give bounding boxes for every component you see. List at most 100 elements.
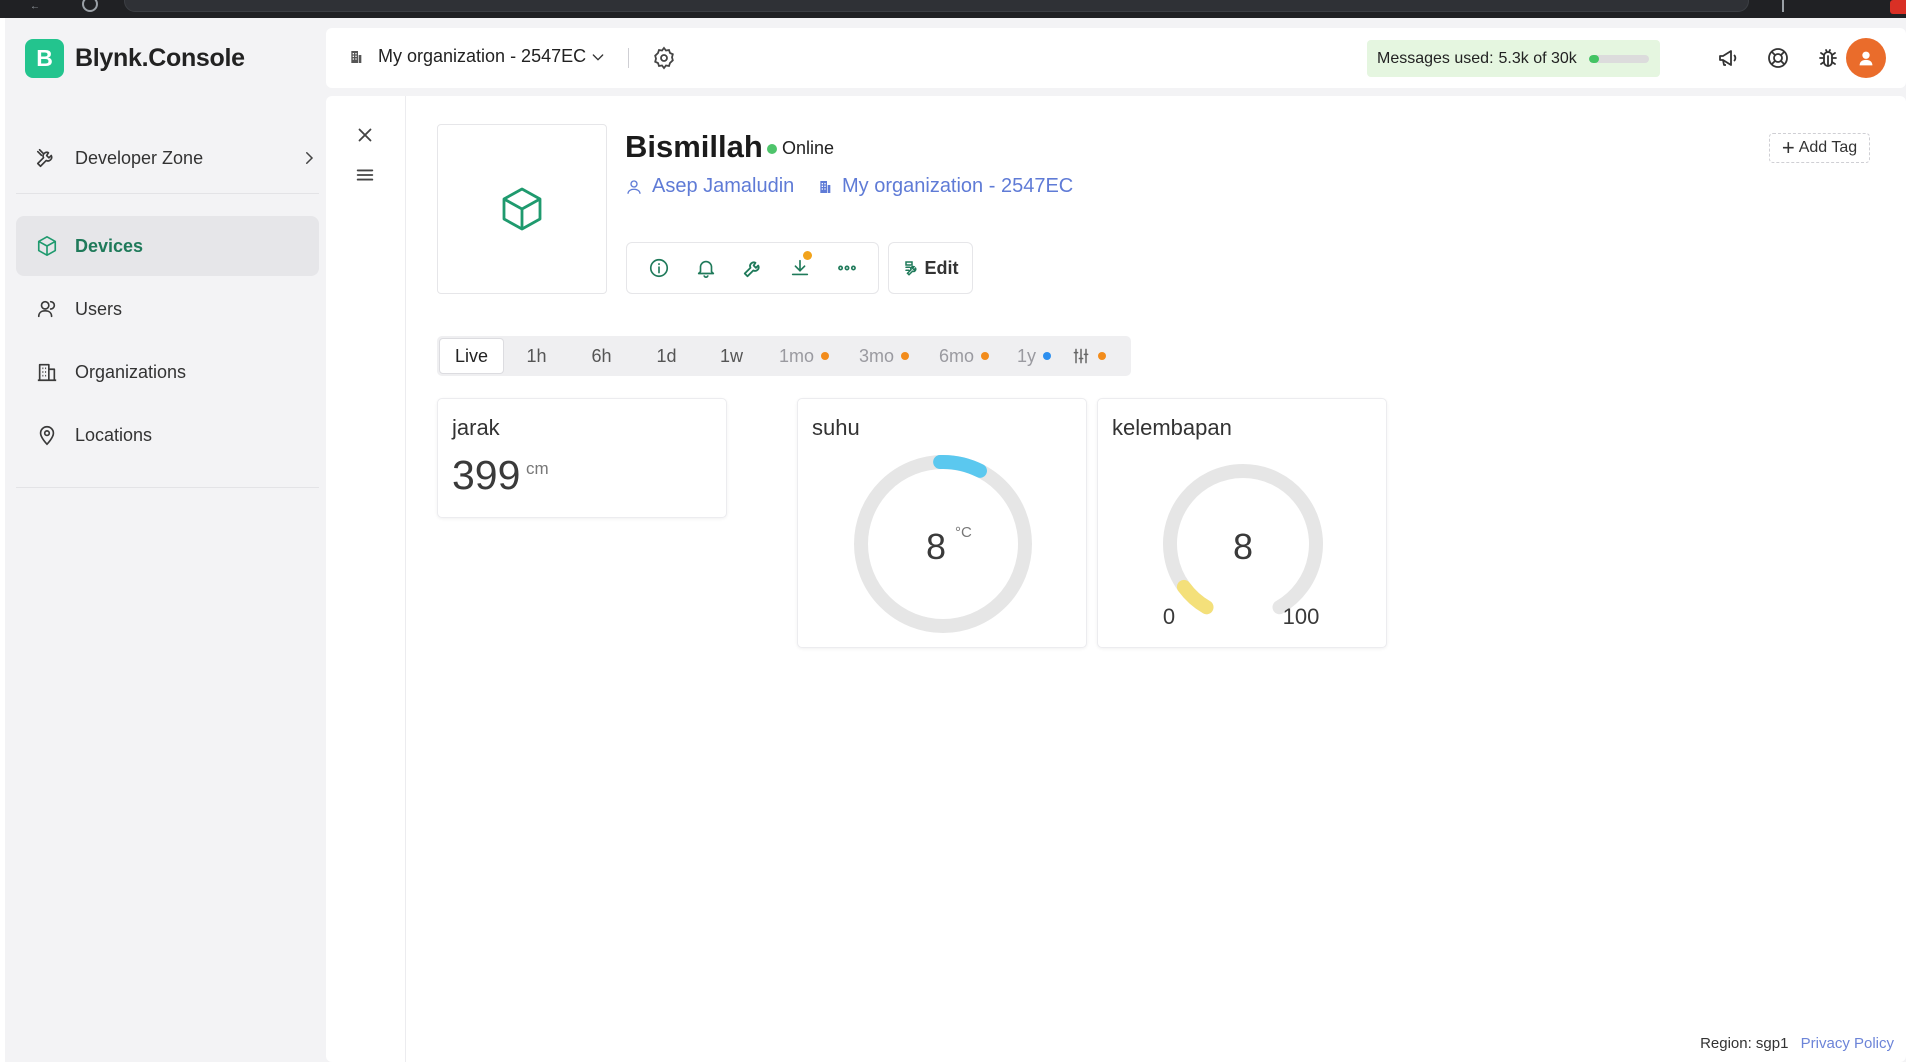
cube-icon [498,185,546,233]
browser-toolbar: ← [0,0,1906,18]
info-icon [648,257,670,279]
menu-button[interactable] [354,164,378,188]
organization-settings-button[interactable] [652,46,676,70]
range-1w[interactable]: 1w [699,338,764,374]
download-button[interactable] [787,251,813,281]
widget-jarak[interactable]: jarak 399 cm [437,398,727,518]
address-bar[interactable] [124,0,1749,12]
suhu-gauge-arc [933,455,987,478]
sidebar-item-locations[interactable]: Locations [16,405,319,465]
developer-zone-label: Developer Zone [75,147,204,168]
range-1h[interactable]: 1h [504,338,569,374]
time-range-selector: Live 1h 6h 1d 1w 1mo 3mo 6mo 1y [437,336,1131,376]
location-pin-icon [36,424,58,446]
device-owner-link[interactable]: Asep Jamaludin [625,175,794,198]
device-name: Bismillah [625,129,763,164]
megaphone-icon [1717,46,1743,70]
range-1d[interactable]: 1d [634,338,699,374]
range-label: 1mo [778,345,814,366]
building-icon [36,361,58,383]
panel-rail [326,96,406,1062]
kelembapan-gauge-arc [1176,579,1214,615]
bell-icon [695,257,717,279]
messages-usage[interactable]: Messages used: 5.3k of 30k [1367,40,1660,77]
privacy-policy-link[interactable]: Privacy Policy [1801,1035,1894,1052]
sidebar-item-organizations[interactable]: Organizations [16,342,319,402]
kelembapan-value: 8 [1233,526,1253,567]
range-6mo[interactable]: 6mo [924,338,1004,374]
messages-progress-bar [1588,54,1649,63]
messages-value: 5.3k of 30k [1498,49,1577,67]
range-label: Live [454,345,489,366]
add-tag-label: Add Tag [1798,139,1858,156]
add-tag-button[interactable]: + Add Tag [1769,133,1870,163]
developer-zone-item[interactable]: Developer Zone [35,136,318,180]
messages-progress-fill [1588,54,1600,63]
chevron-right-icon [300,149,318,167]
sidebar-item-users[interactable]: Users [16,279,319,339]
range-1mo[interactable]: 1mo [764,338,844,374]
kelembapan-min: 0 [1163,604,1175,629]
range-live[interactable]: Live [439,338,504,374]
custom-range-button[interactable] [1064,338,1112,374]
range-6h[interactable]: 6h [569,338,634,374]
widget-title: jarak [452,415,500,440]
users-icon [36,298,58,320]
user-avatar[interactable] [1846,38,1886,78]
brand-logo[interactable]: B Blynk.Console [25,37,245,79]
range-3mo[interactable]: 3mo [844,338,924,374]
device-panel: Bismillah Online Asep Jamaludin My organ… [326,96,1906,1062]
close-icon [354,124,378,146]
organization-name: My organization - 2547EC [378,46,587,66]
app-window: B Blynk.Console Developer Zone Devices U… [5,18,1906,1062]
range-label: 3mo [858,345,894,366]
bug-icon [1816,46,1842,70]
hamburger-icon [354,164,378,186]
device-status-label: Online [782,138,835,158]
tools-icon [35,147,57,169]
device-organization-link[interactable]: My organization - 2547EC [817,175,1073,198]
device-info-button[interactable] [646,255,672,281]
sliders-icon [1071,346,1091,366]
edit-dashboard-button[interactable]: Edit [888,242,973,294]
notifications-button[interactable] [693,255,719,281]
range-1y[interactable]: 1y [1004,338,1064,374]
suhu-gauge: 8 °C [854,455,1032,633]
reload-icon[interactable] [82,0,98,12]
widget-value: 399 [452,452,521,498]
device-image[interactable] [437,124,607,294]
developer-tools-button[interactable] [740,255,766,281]
user-icon [625,178,643,196]
range-label: 6mo [938,345,974,366]
report-bug-button[interactable] [1816,46,1842,72]
messages-label: Messages used: [1377,49,1494,67]
premium-dot-icon [1097,352,1106,360]
sidebar-item-label: Locations [75,424,153,445]
announcements-button[interactable] [1717,46,1743,72]
range-label: 1y [1016,345,1036,366]
close-panel-button[interactable] [354,124,378,148]
back-arrow-icon[interactable]: ← [30,2,40,12]
header-divider [628,48,629,68]
premium-dot-icon [981,352,989,360]
sidebar-item-label: Devices [75,235,144,256]
range-label: 1w [719,345,743,366]
region-label: Region: sgp1 [1700,1035,1789,1052]
organization-selector[interactable]: My organization - 2547EC [348,46,606,67]
widget-suhu[interactable]: suhu 8 °C [797,398,1087,648]
sidebar-item-devices[interactable]: Devices [16,216,319,276]
gear-icon [652,46,676,70]
browser-menu-icon[interactable] [1770,0,1784,12]
more-actions-button[interactable] [834,255,860,281]
sidebar-divider [16,193,319,194]
help-button[interactable] [1766,46,1792,72]
user-avatar-icon [1855,47,1877,69]
device-actions [626,242,879,294]
browser-notification-icon[interactable] [1890,0,1906,14]
brand-badge: B [25,38,64,78]
more-horizontal-icon [836,257,858,279]
kelembapan-max: 100 [1283,604,1320,629]
lifebuoy-icon [1766,46,1792,70]
range-label: 6h [591,345,612,366]
widget-kelembapan[interactable]: kelembapan 8 0 100 [1097,398,1387,648]
